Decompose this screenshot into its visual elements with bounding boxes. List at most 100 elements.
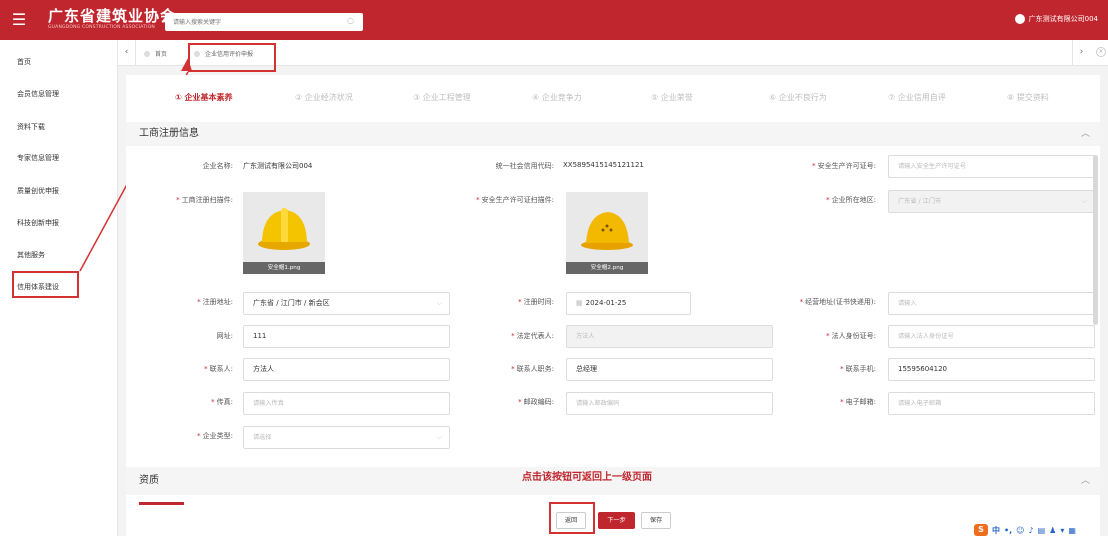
tab-home-label: 首页 bbox=[155, 51, 168, 58]
next-button[interactable]: 下一步 bbox=[598, 512, 635, 529]
step-8[interactable]: ⑧ 提交资料 bbox=[1007, 92, 1049, 103]
close-icon[interactable]: × bbox=[1096, 47, 1106, 57]
contact-field[interactable]: 方法人 bbox=[243, 358, 450, 381]
label-website: 网址: bbox=[216, 332, 233, 340]
value-company-name: 广东测试有限公司004 bbox=[243, 162, 313, 170]
label-reg-scan: * 工商注册扫描件: bbox=[176, 196, 233, 204]
sidebar-item-member-info[interactable]: 会员信息管理 bbox=[17, 89, 59, 99]
company-type-select[interactable]: 请选择 ⌵ bbox=[243, 426, 450, 449]
emoji-icon: ☺ bbox=[1016, 525, 1025, 535]
label-company-type: * 企业类型: bbox=[197, 432, 233, 440]
step-3[interactable]: ③ 企业工程管理 bbox=[413, 92, 471, 103]
reg-scan-filename: 安全帽1.png bbox=[243, 262, 325, 274]
search-box: ○ bbox=[165, 13, 363, 31]
tab-scroll-right-icon[interactable]: › bbox=[1072, 40, 1090, 66]
step-7[interactable]: ⑦ 企业信用自评 bbox=[888, 92, 946, 103]
footer-actions: 返回 下一步 保存 bbox=[126, 506, 1100, 536]
label-postcode: * 邮政编码: bbox=[518, 398, 554, 406]
step-6[interactable]: ⑥ 企业不良行为 bbox=[769, 92, 827, 103]
phone-field[interactable]: 15595604120 bbox=[888, 358, 1095, 381]
safety-scan-thumbnail[interactable]: 安全帽2.png bbox=[566, 192, 648, 274]
user-avatar-icon bbox=[1014, 14, 1025, 24]
section-title: 工商注册信息 bbox=[139, 128, 199, 139]
ime-logo: S bbox=[974, 524, 988, 536]
ime-toolbar[interactable]: S 中 •, ☺ ♪ ▤ ♟ ▾ ▦ bbox=[974, 524, 1076, 536]
user-menu[interactable]: 广东测试有限公司004 bbox=[1014, 14, 1098, 24]
sidebar: 首页 会员信息管理 资料下载 专家信息管理 质量创优申报 科技创新申报 其他服务… bbox=[0, 40, 118, 536]
legal-rep-field[interactable]: 方法人 bbox=[566, 325, 773, 348]
label-phone: * 联系手机: bbox=[840, 365, 876, 373]
reg-address-select[interactable]: 广东省 / 江门市 / 新会区 ⌵ bbox=[243, 292, 450, 315]
sidebar-item-downloads[interactable]: 资料下载 bbox=[17, 122, 45, 132]
annotation-box-tab bbox=[188, 43, 276, 72]
label-safety-scan: * 安全生产许可证扫描件: bbox=[476, 196, 554, 204]
section-title: 资质 bbox=[139, 475, 159, 486]
sidebar-item-other[interactable]: 其他服务 bbox=[17, 250, 45, 260]
reg-time-datepicker[interactable]: ▦ 2024-01-25 bbox=[566, 292, 691, 315]
label-safety-license: * 安全生产许可证号: bbox=[812, 162, 876, 170]
annotation-hint: 点击该按钮可返回上一级页面 bbox=[522, 472, 652, 483]
label-company-name: 企业名称: bbox=[202, 162, 233, 170]
tab-scroll-left-icon[interactable]: ‹ bbox=[118, 40, 136, 66]
chevron-up-icon[interactable]: ︿ bbox=[1081, 122, 1090, 146]
step-5[interactable]: ⑤ 企业荣誉 bbox=[651, 92, 693, 103]
legal-id-field[interactable]: 请输入法人身份证号 bbox=[888, 325, 1095, 348]
label-legal-rep: * 法定代表人: bbox=[511, 332, 554, 340]
region-select[interactable]: 广东省 / 江门市 ⌵ bbox=[888, 190, 1095, 213]
search-icon[interactable]: ○ bbox=[347, 16, 354, 25]
calendar-icon: ▦ bbox=[576, 299, 583, 307]
keyboard-icon: ▤ bbox=[1037, 525, 1046, 535]
helmet-image bbox=[580, 204, 635, 254]
main-content: ① 企业基本素养 ② 企业经济状况 ③ 企业工程管理 ④ 企业竞争力 ⑤ 企业荣… bbox=[126, 75, 1100, 536]
website-field[interactable]: 111 bbox=[243, 325, 450, 348]
sidebar-item-tech[interactable]: 科技创新申报 bbox=[17, 218, 59, 228]
postcode-field[interactable]: 请输入邮政编码 bbox=[566, 392, 773, 415]
save-button[interactable]: 保存 bbox=[641, 512, 671, 529]
step-1[interactable]: ① 企业基本素养 bbox=[175, 92, 233, 103]
label-region: * 企业所在地区: bbox=[826, 196, 876, 204]
label-reg-address: * 注册地址: bbox=[197, 298, 233, 306]
grid-icon: ▦ bbox=[1068, 525, 1076, 535]
punctuation-icon: •, bbox=[1004, 525, 1013, 535]
shirt-icon: ▾ bbox=[1060, 525, 1065, 535]
menu-icon[interactable]: ☰ bbox=[8, 10, 30, 30]
step-bar: ① 企业基本素养 ② 企业经济状况 ③ 企业工程管理 ④ 企业竞争力 ⑤ 企业荣… bbox=[126, 75, 1100, 121]
safety-license-field[interactable]: 请输入安全生产许可证号 bbox=[888, 155, 1095, 178]
search-input[interactable] bbox=[173, 16, 333, 28]
label-contact: * 联系人: bbox=[204, 365, 233, 373]
ime-mode: 中 bbox=[992, 525, 1000, 535]
chevron-up-icon[interactable]: ︿ bbox=[1081, 467, 1090, 495]
label-credit-code: 统一社会信用代码: bbox=[495, 162, 554, 170]
section-header-business[interactable]: 工商注册信息 ︿ bbox=[126, 122, 1100, 146]
scrollbar[interactable] bbox=[1093, 155, 1098, 325]
sidebar-item-credit[interactable]: 信用体系建设 bbox=[17, 282, 59, 292]
label-email: * 电子邮箱: bbox=[840, 398, 876, 406]
chevron-down-icon: ⌵ bbox=[436, 299, 442, 307]
tab-dot-icon bbox=[144, 50, 150, 57]
biz-address-field[interactable]: 请输入 bbox=[888, 292, 1095, 315]
sidebar-item-home[interactable]: 首页 bbox=[17, 57, 31, 67]
sidebar-item-quality[interactable]: 质量创优申报 bbox=[17, 186, 59, 196]
back-button[interactable]: 返回 bbox=[556, 512, 586, 529]
mic-icon: ♪ bbox=[1028, 525, 1034, 535]
brand-subtitle: GUANGDONG CONSTRUCTION ASSOCIATION bbox=[48, 25, 155, 30]
sidebar-item-experts[interactable]: 专家信息管理 bbox=[17, 153, 59, 163]
safety-scan-filename: 安全帽2.png bbox=[566, 262, 648, 274]
helmet-image bbox=[257, 204, 312, 254]
label-reg-time: * 注册时间: bbox=[518, 298, 554, 306]
skin-icon: ♟ bbox=[1049, 525, 1057, 535]
step-4[interactable]: ④ 企业竞争力 bbox=[532, 92, 582, 103]
chevron-down-icon: ⌵ bbox=[436, 433, 442, 441]
value-credit-code: XX5895415145121121 bbox=[563, 161, 644, 169]
label-biz-address: * 经营地址(证书快递用): bbox=[799, 298, 876, 306]
step-2[interactable]: ② 企业经济状况 bbox=[295, 92, 353, 103]
contact-title-field[interactable]: 总经理 bbox=[566, 358, 773, 381]
fax-field[interactable]: 请输入传真 bbox=[243, 392, 450, 415]
quals-tab-indicator bbox=[139, 502, 184, 505]
user-name: 广东测试有限公司004 bbox=[1028, 15, 1098, 23]
top-bar: ☰ 广东省建筑业协会 GUANGDONG CONSTRUCTION ASSOCI… bbox=[0, 0, 1108, 40]
chevron-down-icon: ⌵ bbox=[1081, 197, 1087, 205]
tab-home[interactable]: 首页 bbox=[144, 46, 167, 61]
reg-scan-thumbnail[interactable]: 安全帽1.png bbox=[243, 192, 325, 274]
email-field[interactable]: 请输入电子邮箱 bbox=[888, 392, 1095, 415]
